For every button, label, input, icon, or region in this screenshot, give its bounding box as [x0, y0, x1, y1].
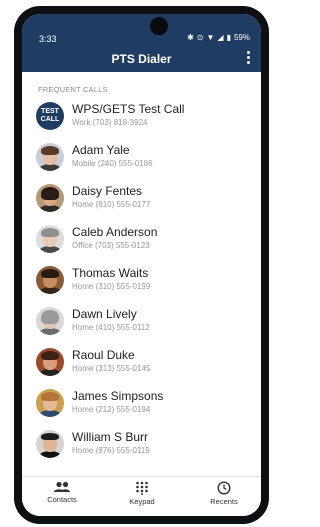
phone-number: (810) 555-0177 — [95, 200, 151, 209]
contact-detail: Home (313) 555-0145 — [72, 364, 150, 373]
phone-type: Home — [72, 405, 94, 414]
contact-name: William S Burr — [72, 430, 149, 444]
screen: 3:33 ✱ ⊙ ▼ ◢ ▮ 59% PTS Dialer FREQUENT C… — [22, 14, 261, 516]
contact-detail: Work (703) 818-3924 — [72, 118, 147, 127]
contact-name: Adam Yale — [72, 143, 130, 157]
contact-detail: Home (876) 555-0119 — [72, 446, 150, 455]
contact-name: Thomas Waits — [72, 266, 149, 280]
contact-row[interactable]: Caleb Anderson Office (703) 555-0123 — [22, 221, 261, 261]
contact-name: WPS/GETS Test Call — [72, 102, 185, 116]
section-label: FREQUENT CALLS — [38, 85, 108, 94]
contact-detail: Home (212) 555-0194 — [72, 405, 150, 414]
avatar — [36, 389, 64, 417]
app-header: 3:33 ✱ ⊙ ▼ ◢ ▮ 59% PTS Dialer — [22, 14, 261, 72]
avatar — [36, 307, 64, 335]
battery-icon: ▮ — [226, 33, 231, 42]
contact-detail: Home (810) 555-0177 — [72, 200, 150, 209]
contact-name: Dawn Lively — [72, 307, 137, 321]
clock-icon — [217, 481, 231, 495]
contact-name: Daisy Fentes — [72, 184, 143, 198]
status-icons: ✱ ⊙ ▼ ◢ ▮ 59% — [187, 33, 250, 42]
contact-detail: Mobile (240) 555-0186 — [72, 159, 153, 168]
phone-number: (313) 555-0145 — [95, 364, 151, 373]
contact-row[interactable]: Thomas Waits Home (310) 555-0199 — [22, 262, 261, 302]
nav-contacts[interactable]: Contacts — [32, 481, 92, 504]
avatar — [36, 266, 64, 294]
avatar — [36, 143, 64, 171]
dialpad-icon — [136, 481, 148, 495]
nav-contacts-label: Contacts — [47, 495, 77, 504]
bottom-navigation: Contacts Keypad Recents — [22, 476, 261, 516]
signal-icon: ◢ — [217, 33, 224, 42]
phone-number: (240) 555-0186 — [97, 159, 153, 168]
contact-row[interactable]: James Simpsons Home (212) 555-0194 — [22, 385, 261, 425]
contact-name: Raoul Duke — [72, 348, 135, 362]
phone-type: Home — [72, 323, 94, 332]
avatar — [36, 348, 64, 376]
phone-type: Home — [72, 364, 94, 373]
nav-recents-label: Recents — [210, 497, 238, 506]
contact-detail: Home (310) 555-0199 — [72, 282, 150, 291]
vibrate-icon: ⊙ — [196, 33, 204, 42]
contact-detail: Home (410) 555-0112 — [72, 323, 150, 332]
phone-number: (310) 555-0199 — [95, 282, 151, 291]
people-icon — [54, 481, 70, 492]
contact-row[interactable]: William S Burr Home (876) 555-0119 — [22, 426, 261, 466]
contact-row[interactable]: Raoul Duke Home (313) 555-0145 — [22, 344, 261, 384]
nav-keypad-label: Keypad — [129, 497, 155, 506]
phone-number: (876) 555-0119 — [95, 446, 150, 455]
phone-type: Home — [72, 446, 94, 455]
phone-type: Home — [72, 282, 94, 291]
contact-row[interactable]: Adam Yale Mobile (240) 555-0186 — [22, 139, 261, 179]
phone-type: Home — [72, 200, 94, 209]
nav-keypad[interactable]: Keypad — [112, 481, 172, 506]
contact-row[interactable]: TEST CALL WPS/GETS Test Call Work (703) … — [22, 98, 261, 138]
phone-number: (703) 818-3924 — [92, 118, 148, 127]
avatar — [36, 430, 64, 458]
phone-number: (703) 555-0123 — [94, 241, 150, 250]
phone-number: (410) 555-0112 — [95, 323, 150, 332]
contact-name: Caleb Anderson — [72, 225, 158, 239]
phone-number: (212) 555-0194 — [95, 405, 151, 414]
avatar-text: TEST — [41, 108, 59, 115]
test-call-avatar: TEST CALL — [36, 102, 64, 130]
avatar — [36, 225, 64, 253]
wifi-icon: ▼ — [206, 33, 215, 42]
nav-recents[interactable]: Recents — [194, 481, 254, 506]
page-title: PTS Dialer — [111, 52, 172, 66]
avatar-text: CALL — [40, 116, 60, 123]
bluetooth-icon: ✱ — [187, 33, 194, 42]
contact-row[interactable]: Daisy Fentes Home (810) 555-0177 — [22, 180, 261, 220]
more-vert-icon[interactable] — [247, 51, 251, 66]
phone-frame: 3:33 ✱ ⊙ ▼ ◢ ▮ 59% PTS Dialer FREQUENT C… — [14, 6, 269, 524]
contact-name: James Simpsons — [72, 389, 164, 403]
status-time: 3:33 — [39, 34, 57, 44]
phone-type: Office — [72, 241, 93, 250]
phone-type: Mobile — [72, 159, 96, 168]
battery-percent: 59% — [233, 33, 250, 42]
phone-type: Work — [72, 118, 91, 127]
contact-detail: Office (703) 555-0123 — [72, 241, 150, 250]
contact-row[interactable]: Dawn Lively Home (410) 555-0112 — [22, 303, 261, 343]
avatar — [36, 184, 64, 212]
camera-cutout — [150, 17, 168, 35]
